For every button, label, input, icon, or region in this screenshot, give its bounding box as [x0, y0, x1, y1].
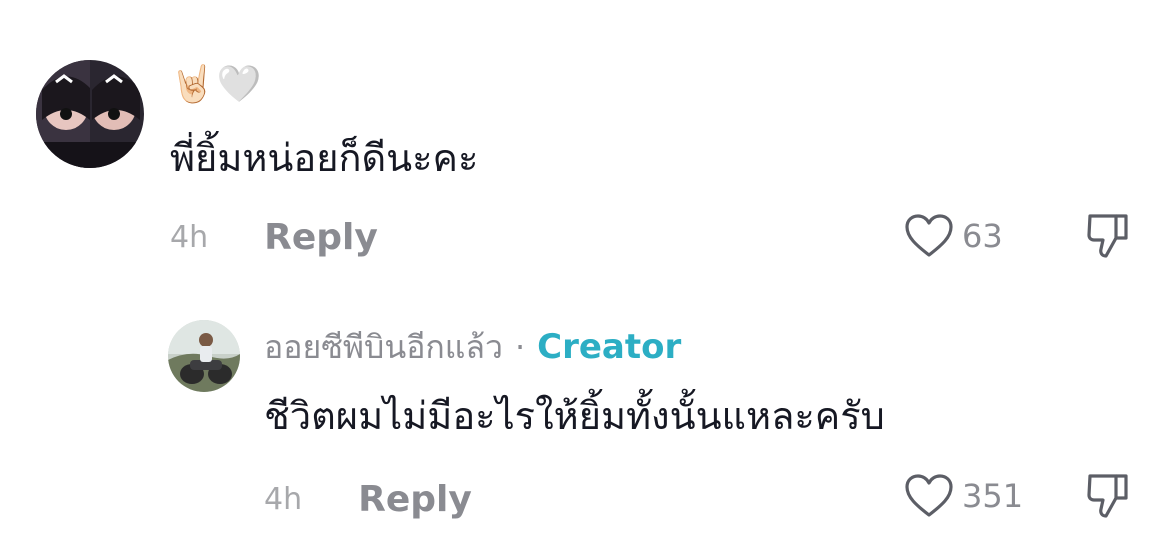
reply-button[interactable]: Reply — [264, 217, 378, 258]
dislike-icon[interactable] — [1086, 470, 1130, 522]
heart-outline-icon[interactable] — [904, 473, 954, 519]
comment-timestamp: 4h — [170, 219, 209, 255]
comment-text: พี่ยิ้มหน่อยก็ดีนะคะ — [170, 136, 479, 180]
comment-like-count: 63 — [962, 217, 1003, 255]
creator-username[interactable]: ออยซีพีบินอีกแล้ว — [264, 322, 503, 373]
reply-to-creator-button[interactable]: Reply — [358, 479, 472, 520]
reply-timestamp: 4h — [264, 481, 303, 517]
reply-like-count: 351 — [962, 477, 1024, 515]
commenter-avatar[interactable] — [36, 60, 144, 168]
reply-meta-row: 4h Reply — [264, 474, 472, 524]
comment-meta-row: 4h Reply — [170, 212, 378, 262]
comment-like-button[interactable]: 63 — [904, 210, 1003, 262]
creator-avatar[interactable] — [168, 320, 240, 392]
creator-badge: Creator — [537, 327, 682, 367]
white-heart-emoji: 🤍 — [216, 64, 262, 105]
heart-outline-icon[interactable] — [904, 213, 954, 259]
dislike-icon[interactable] — [1086, 210, 1130, 262]
reply-header: ออยซีพีบินอีกแล้ว · Creator — [264, 322, 681, 372]
reply-text: ชีวิตผมไม่มีอะไรให้ยิ้มทั้งนั้นแหละครับ — [264, 394, 885, 438]
reply-like-button[interactable]: 351 — [904, 470, 1023, 522]
separator-dot: · — [514, 328, 526, 366]
rock-hand-emoji: 🤘🏻 — [170, 64, 215, 105]
comment-emoji-row: 🤘🏻 🤍 — [170, 60, 262, 110]
